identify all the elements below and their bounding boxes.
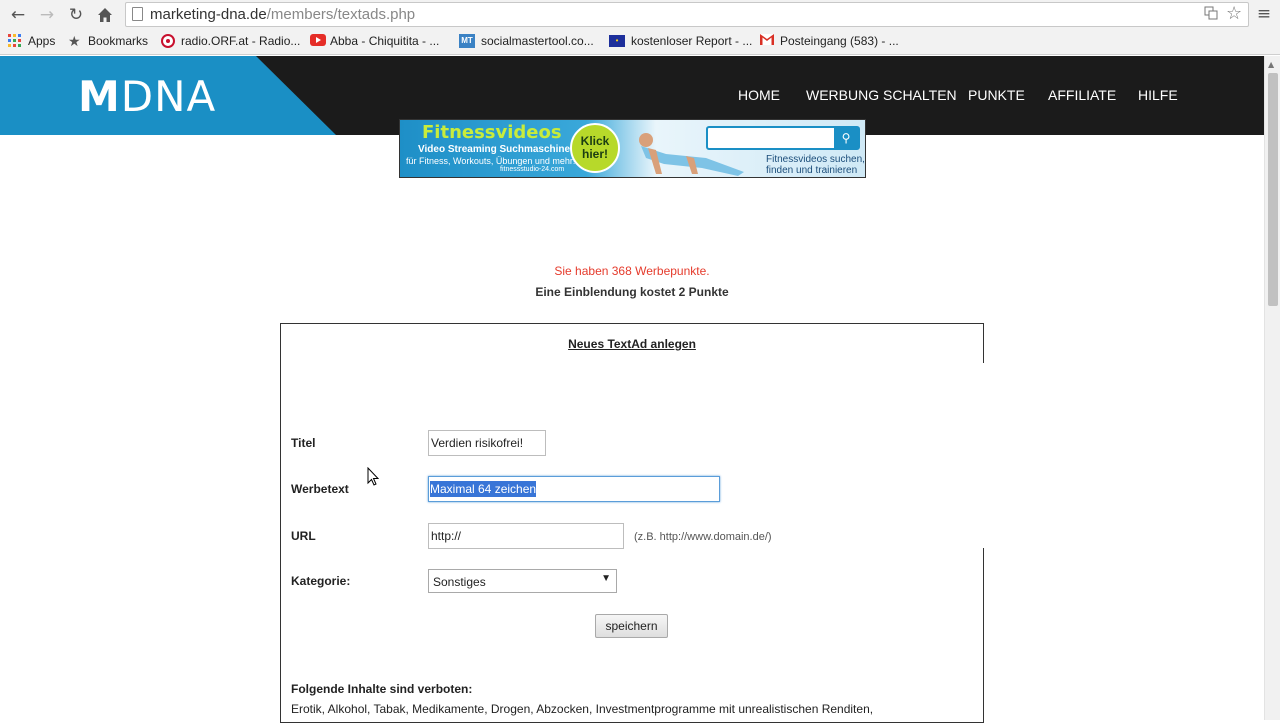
- translate-icon[interactable]: [1204, 6, 1218, 24]
- bookmark-label: socialmastertool.co...: [481, 34, 594, 48]
- forbidden-title: Folgende Inhalte sind verboten:: [291, 682, 473, 696]
- logo-letter: M: [78, 72, 121, 121]
- home-icon[interactable]: [94, 4, 116, 26]
- star-icon: ★: [68, 33, 81, 49]
- page-scrollbar[interactable]: ▲: [1264, 56, 1280, 720]
- banner-search-box[interactable]: ⚲: [706, 126, 860, 150]
- page-icon: [132, 7, 143, 21]
- bookmark-gmail[interactable]: Posteingang (583) - ...: [760, 34, 899, 48]
- textad-form: [280, 323, 984, 723]
- selected-text: Maximal 64 zeichen: [430, 481, 537, 497]
- bookmarks-bar: Apps ★ Bookmarks radio.ORF.at - Radio... …: [0, 30, 1280, 55]
- bookmark-abba[interactable]: Abba - Chiquitita - ...: [310, 34, 439, 48]
- nav-affiliate[interactable]: AFFILIATE: [1048, 87, 1116, 103]
- werbetext-label: Werbetext: [291, 482, 349, 496]
- scroll-thumb[interactable]: [1268, 73, 1278, 306]
- site-logo[interactable]: MDNA: [78, 72, 216, 121]
- reload-icon[interactable]: ↻: [65, 4, 87, 26]
- url-label: URL: [291, 529, 316, 543]
- back-arrow-icon[interactable]: ←: [7, 4, 29, 26]
- url-host: marketing-dna.de: [150, 6, 267, 23]
- titel-label: Titel: [291, 436, 316, 450]
- bookmark-orf[interactable]: radio.ORF.at - Radio...: [161, 34, 300, 48]
- orf-icon: [161, 34, 175, 48]
- banner-slogan-line1: Fitnessvideos suchen,: [766, 154, 865, 165]
- banner-subtitle: Video Streaming Suchmaschine: [418, 144, 571, 155]
- bookmark-label: Posteingang (583) - ...: [780, 34, 899, 48]
- address-bar[interactable]: marketing-dna.de/members/textads.php ☆: [125, 2, 1249, 27]
- form-border-gap: [983, 363, 986, 548]
- search-icon[interactable]: ⚲: [834, 128, 858, 148]
- menu-icon[interactable]: ≡: [1254, 4, 1274, 26]
- gmail-icon: [760, 34, 774, 48]
- bookmark-label: kostenloser Report - ...: [631, 34, 753, 48]
- bookmark-star-icon[interactable]: ☆: [1226, 3, 1242, 24]
- browser-toolbar: ← → ↻ marketing-dna.de/members/textads.p…: [0, 0, 1280, 30]
- bookmark-label: Abba - Chiquitita - ...: [330, 34, 440, 48]
- nav-home[interactable]: HOME: [738, 87, 780, 103]
- bookmark-label: Apps: [28, 34, 56, 48]
- kategorie-label: Kategorie:: [291, 574, 351, 588]
- banner-domain: fitnessstudio-24.com: [500, 166, 565, 173]
- banner-cta[interactable]: Klick hier!: [570, 123, 620, 173]
- url-input[interactable]: http://: [428, 523, 624, 549]
- scroll-up-arrow-icon[interactable]: ▲: [1268, 60, 1274, 69]
- apps-grid-icon: [8, 34, 22, 48]
- mouse-cursor-icon: [367, 467, 380, 486]
- bookmark-socialmastertool[interactable]: MT socialmastertool.co...: [459, 34, 594, 48]
- bookmark-label: Bookmarks: [88, 34, 149, 48]
- banner-slogan: Fitnessvideos suchen, finden und trainie…: [766, 154, 865, 176]
- eu-flag-icon: •: [609, 35, 625, 47]
- werbetext-input[interactable]: Maximal 64 zeichen: [428, 476, 720, 502]
- address-url[interactable]: marketing-dna.de/members/textads.php: [150, 6, 415, 23]
- titel-input[interactable]: Verdien risikofrei!: [428, 430, 546, 456]
- bookmark-apps[interactable]: Apps: [8, 34, 55, 48]
- url-path: /members/textads.php: [266, 6, 416, 23]
- kategorie-selected: Sonstiges: [433, 575, 486, 589]
- bookmark-report[interactable]: • kostenloser Report - ...: [609, 34, 752, 48]
- banner-slogan-line2: finden und trainieren: [766, 165, 858, 176]
- url-hint: (z.B. http://www.domain.de/): [634, 531, 772, 543]
- banner-ad[interactable]: Fitnessvideos Video Streaming Suchmaschi…: [399, 119, 866, 178]
- logo-text: DNA: [120, 72, 217, 121]
- mt-icon: MT: [459, 34, 475, 48]
- youtube-icon: [310, 34, 326, 48]
- nav-werbung-schalten[interactable]: WERBUNG SCHALTEN: [806, 87, 957, 103]
- banner-title: Fitnessvideos: [422, 122, 562, 143]
- points-balance: Sie haben 368 Werbepunkte.: [554, 264, 710, 278]
- kategorie-select[interactable]: Sonstiges ▼: [428, 569, 617, 593]
- nav-hilfe[interactable]: HILFE: [1138, 87, 1178, 103]
- banner-tagline: für Fitness, Workouts, Übungen und mehr!: [406, 156, 576, 166]
- bookmark-label: radio.ORF.at - Radio...: [181, 34, 301, 48]
- dropdown-arrow-icon: ▼: [601, 573, 611, 584]
- save-button[interactable]: speichern: [595, 614, 668, 638]
- form-title: Neues TextAd anlegen: [568, 337, 696, 351]
- nav-punkte[interactable]: PUNKTE: [968, 87, 1025, 103]
- forward-arrow-icon[interactable]: →: [36, 4, 58, 26]
- forbidden-text: Erotik, Alkohol, Tabak, Medikamente, Dro…: [291, 702, 874, 716]
- cost-info: Eine Einblendung kostet 2 Punkte: [535, 285, 729, 299]
- bookmark-bookmarks[interactable]: ★ Bookmarks: [68, 34, 148, 48]
